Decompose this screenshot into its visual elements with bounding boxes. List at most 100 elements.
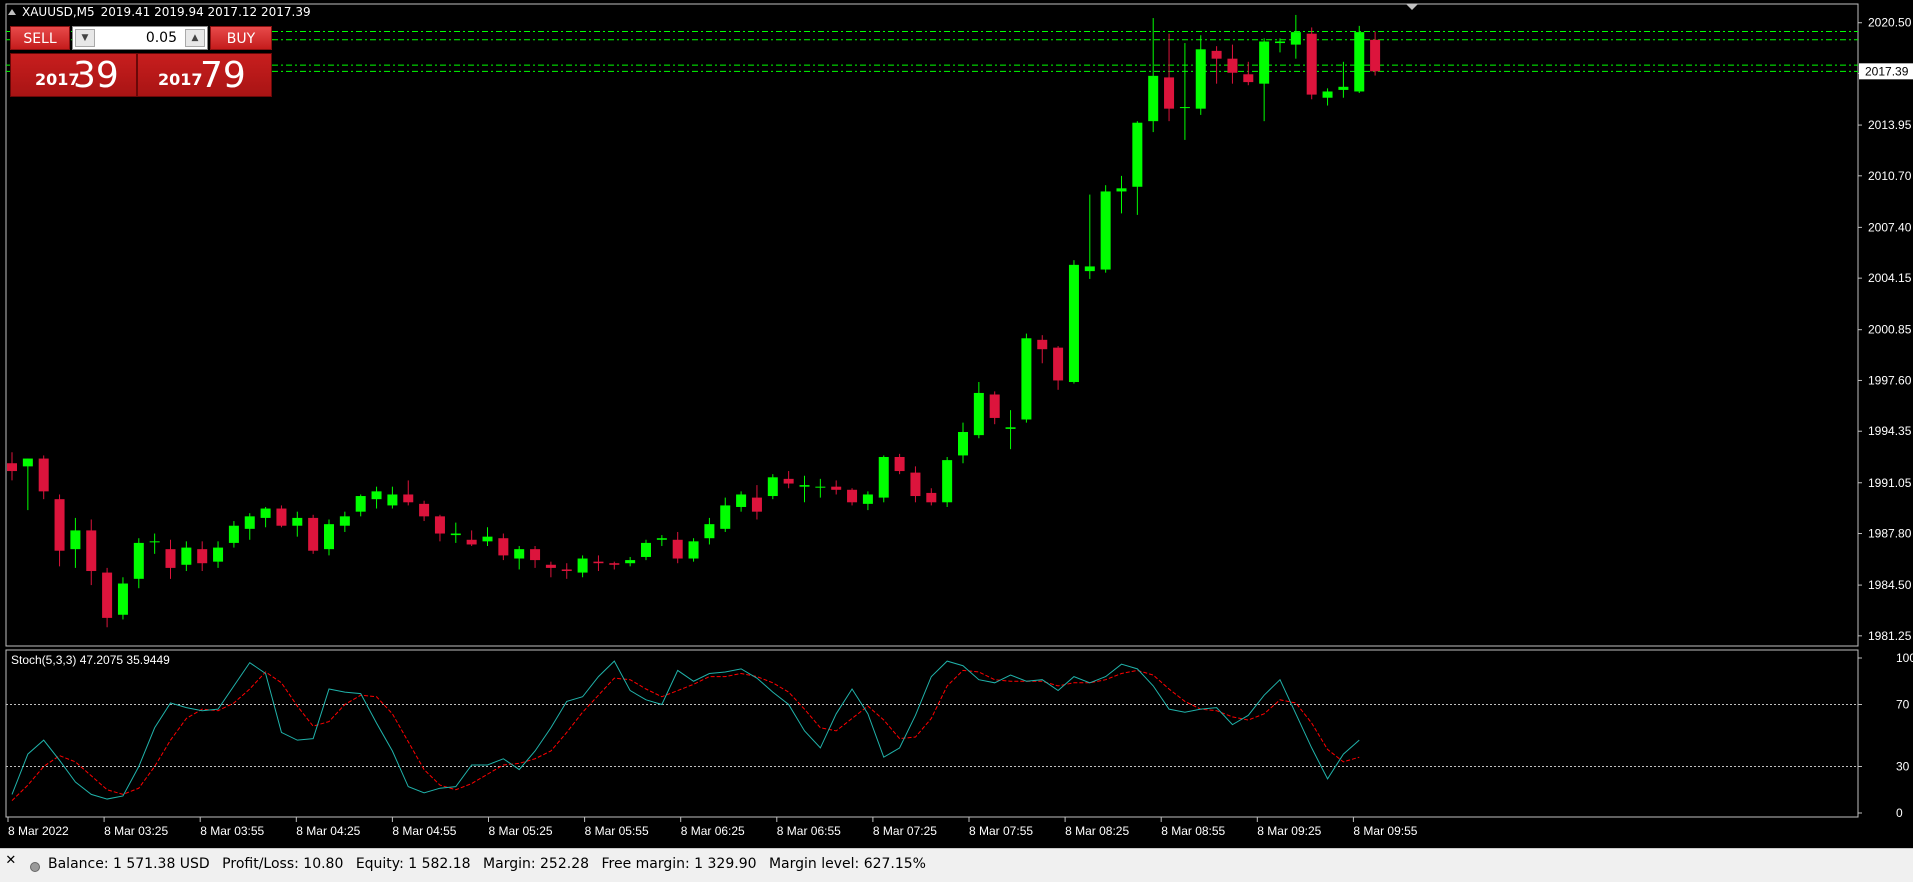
profit-loss-text: Profit/Loss: 10.80 (222, 856, 344, 872)
sell-price-pips: 39 (73, 55, 119, 96)
candle-body (514, 549, 525, 559)
candle-body (133, 542, 144, 579)
candle-body (70, 530, 81, 550)
time-axis-label: 8 Mar 2022 (8, 824, 69, 838)
candle-body (38, 458, 49, 492)
buy-price-prefix: 2017 (158, 70, 203, 89)
price-axis-label: 1997.60 (1868, 373, 1912, 387)
candle-body (1179, 107, 1190, 109)
price-axis-label: 2000.85 (1868, 323, 1912, 337)
candle-body (561, 569, 572, 572)
symbol-info-bar: XAUUSD,M5 2019.41 2019.94 2017.12 2017.39 (8, 5, 317, 19)
buy-button[interactable]: BUY (210, 26, 272, 50)
candle-body (1068, 264, 1079, 383)
candle-body (973, 392, 984, 436)
candle-body (1053, 347, 1064, 381)
stoch-axis-label: 0 (1896, 806, 1903, 820)
symbol-name: XAUUSD,M5 (22, 5, 95, 19)
candle-body (1259, 41, 1270, 84)
lot-size-input[interactable] (97, 27, 181, 49)
candle-body (355, 496, 366, 512)
sell-button[interactable]: SELL (10, 26, 70, 50)
one-click-trading-panel: SELL ▼ ▲ BUY 2017 39 2017 79 (10, 25, 272, 98)
account-summary: Balance: 1 571.38 USD Profit/Loss: 10.80… (48, 856, 934, 872)
candle-body (1338, 86, 1349, 90)
candle-body (1164, 77, 1175, 109)
candle-body (656, 538, 667, 540)
close-icon[interactable]: ✕ (6, 849, 16, 868)
main-chart-frame (5, 3, 1859, 647)
candle-body (292, 517, 303, 526)
candle-body (910, 472, 921, 497)
candle-body (7, 463, 17, 472)
time-axis-label: 8 Mar 07:55 (969, 824, 1033, 838)
candle-body (1354, 32, 1365, 92)
candle-body (958, 432, 968, 456)
candle-body (1306, 33, 1317, 95)
sell-price-button[interactable]: 2017 39 (10, 53, 137, 97)
buy-price-button[interactable]: 2017 79 (137, 53, 272, 97)
triangle-up-icon (8, 9, 16, 15)
candle-body (403, 494, 414, 503)
time-axis-label: 8 Mar 09:55 (1353, 824, 1417, 838)
chart-canvas[interactable]: 2020.502017.252013.952010.702007.402004.… (0, 0, 1913, 848)
candle-body (1116, 188, 1127, 192)
price-axis-label: 2004.15 (1868, 271, 1912, 285)
equity-text: Equity: 1 582.18 (355, 856, 471, 872)
candle-body (1084, 266, 1095, 272)
candle-body (165, 549, 176, 568)
time-axis-label: 8 Mar 08:25 (1065, 824, 1129, 838)
candle-body (86, 530, 97, 572)
lot-increase-button[interactable]: ▲ (185, 29, 205, 47)
candle-body (545, 564, 556, 568)
candle-body (751, 497, 762, 512)
candle-body (783, 478, 794, 484)
candle-body (1275, 41, 1285, 44)
time-axis-label: 8 Mar 03:55 (200, 824, 264, 838)
price-axis-label: 1984.50 (1868, 578, 1912, 592)
candle-body (276, 508, 287, 526)
candle-body (1195, 49, 1206, 109)
candle-body (102, 572, 113, 618)
candle-body (878, 456, 889, 498)
candle-body (498, 538, 509, 556)
time-axis-label: 8 Mar 03:25 (104, 824, 168, 838)
candle-body (371, 491, 382, 500)
symbol-ohlc: 2019.41 2019.94 2017.12 2017.39 (100, 5, 311, 19)
price-axis-label: 2020.50 (1868, 16, 1912, 30)
time-axis-label: 8 Mar 07:25 (873, 824, 937, 838)
candle-body (894, 456, 905, 472)
price-axis-label: 2010.70 (1868, 169, 1912, 183)
shift-marker-icon (1406, 4, 1418, 10)
price-axis-label: 1994.35 (1868, 424, 1912, 438)
lot-decrease-button[interactable]: ▼ (75, 29, 95, 47)
connection-status-icon (30, 862, 40, 872)
free-margin-text: Free margin: 1 329.90 (601, 856, 757, 872)
candle-body (767, 477, 778, 497)
candle-body (672, 539, 683, 559)
time-axis-label: 8 Mar 06:55 (777, 824, 841, 838)
candle-body (1243, 74, 1254, 83)
candle-body (926, 492, 937, 503)
candle-body (434, 516, 445, 534)
candle-body (1290, 32, 1301, 45)
candle-body (54, 499, 65, 551)
candle-body (815, 486, 826, 488)
chart-window[interactable]: 2020.502017.252013.952010.702007.402004.… (0, 0, 1913, 848)
candle-body (482, 536, 493, 542)
candle-body (117, 583, 128, 615)
time-axis-label: 8 Mar 04:55 (392, 824, 456, 838)
candle-body (1370, 39, 1381, 72)
candle-body (149, 541, 160, 543)
lot-size-field: ▼ ▲ (72, 26, 208, 50)
candle-body (609, 563, 620, 565)
candle-body (1211, 50, 1222, 59)
candle-body (577, 558, 588, 573)
candle-body (625, 560, 636, 564)
candle-body (641, 542, 651, 557)
candle-body (197, 549, 208, 564)
candle-body (989, 394, 1000, 418)
time-axis-label: 8 Mar 09:25 (1257, 824, 1321, 838)
balance-text: Balance: 1 571.38 USD (48, 856, 210, 872)
stoch-signal-line (11, 669, 1360, 801)
